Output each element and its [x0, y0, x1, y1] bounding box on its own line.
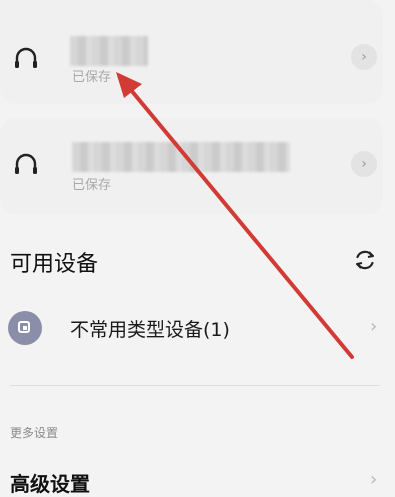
divider — [10, 385, 380, 386]
device-list-item-label: 不常用类型设备(1) — [70, 319, 230, 341]
more-settings-label: 更多设置 — [10, 426, 59, 440]
headphone-icon — [15, 47, 37, 68]
headphone-icon — [15, 153, 37, 174]
device-name-redacted — [72, 142, 290, 172]
device-icon — [8, 311, 42, 345]
refresh-icon[interactable] — [352, 247, 378, 273]
advanced-settings-label: 高级设置 — [10, 472, 90, 496]
device-status: 已保存 — [72, 70, 112, 85]
device-detail-button[interactable]: › — [351, 151, 377, 177]
chevron-right-icon: › — [370, 316, 378, 337]
available-devices-title: 可用设备 — [10, 252, 99, 277]
device-detail-button[interactable]: › — [351, 44, 377, 70]
saved-device-card-1[interactable] — [0, 0, 383, 104]
device-status: 已保存 — [72, 178, 112, 193]
device-name-redacted — [70, 36, 148, 66]
chevron-right-icon: › — [370, 469, 378, 490]
